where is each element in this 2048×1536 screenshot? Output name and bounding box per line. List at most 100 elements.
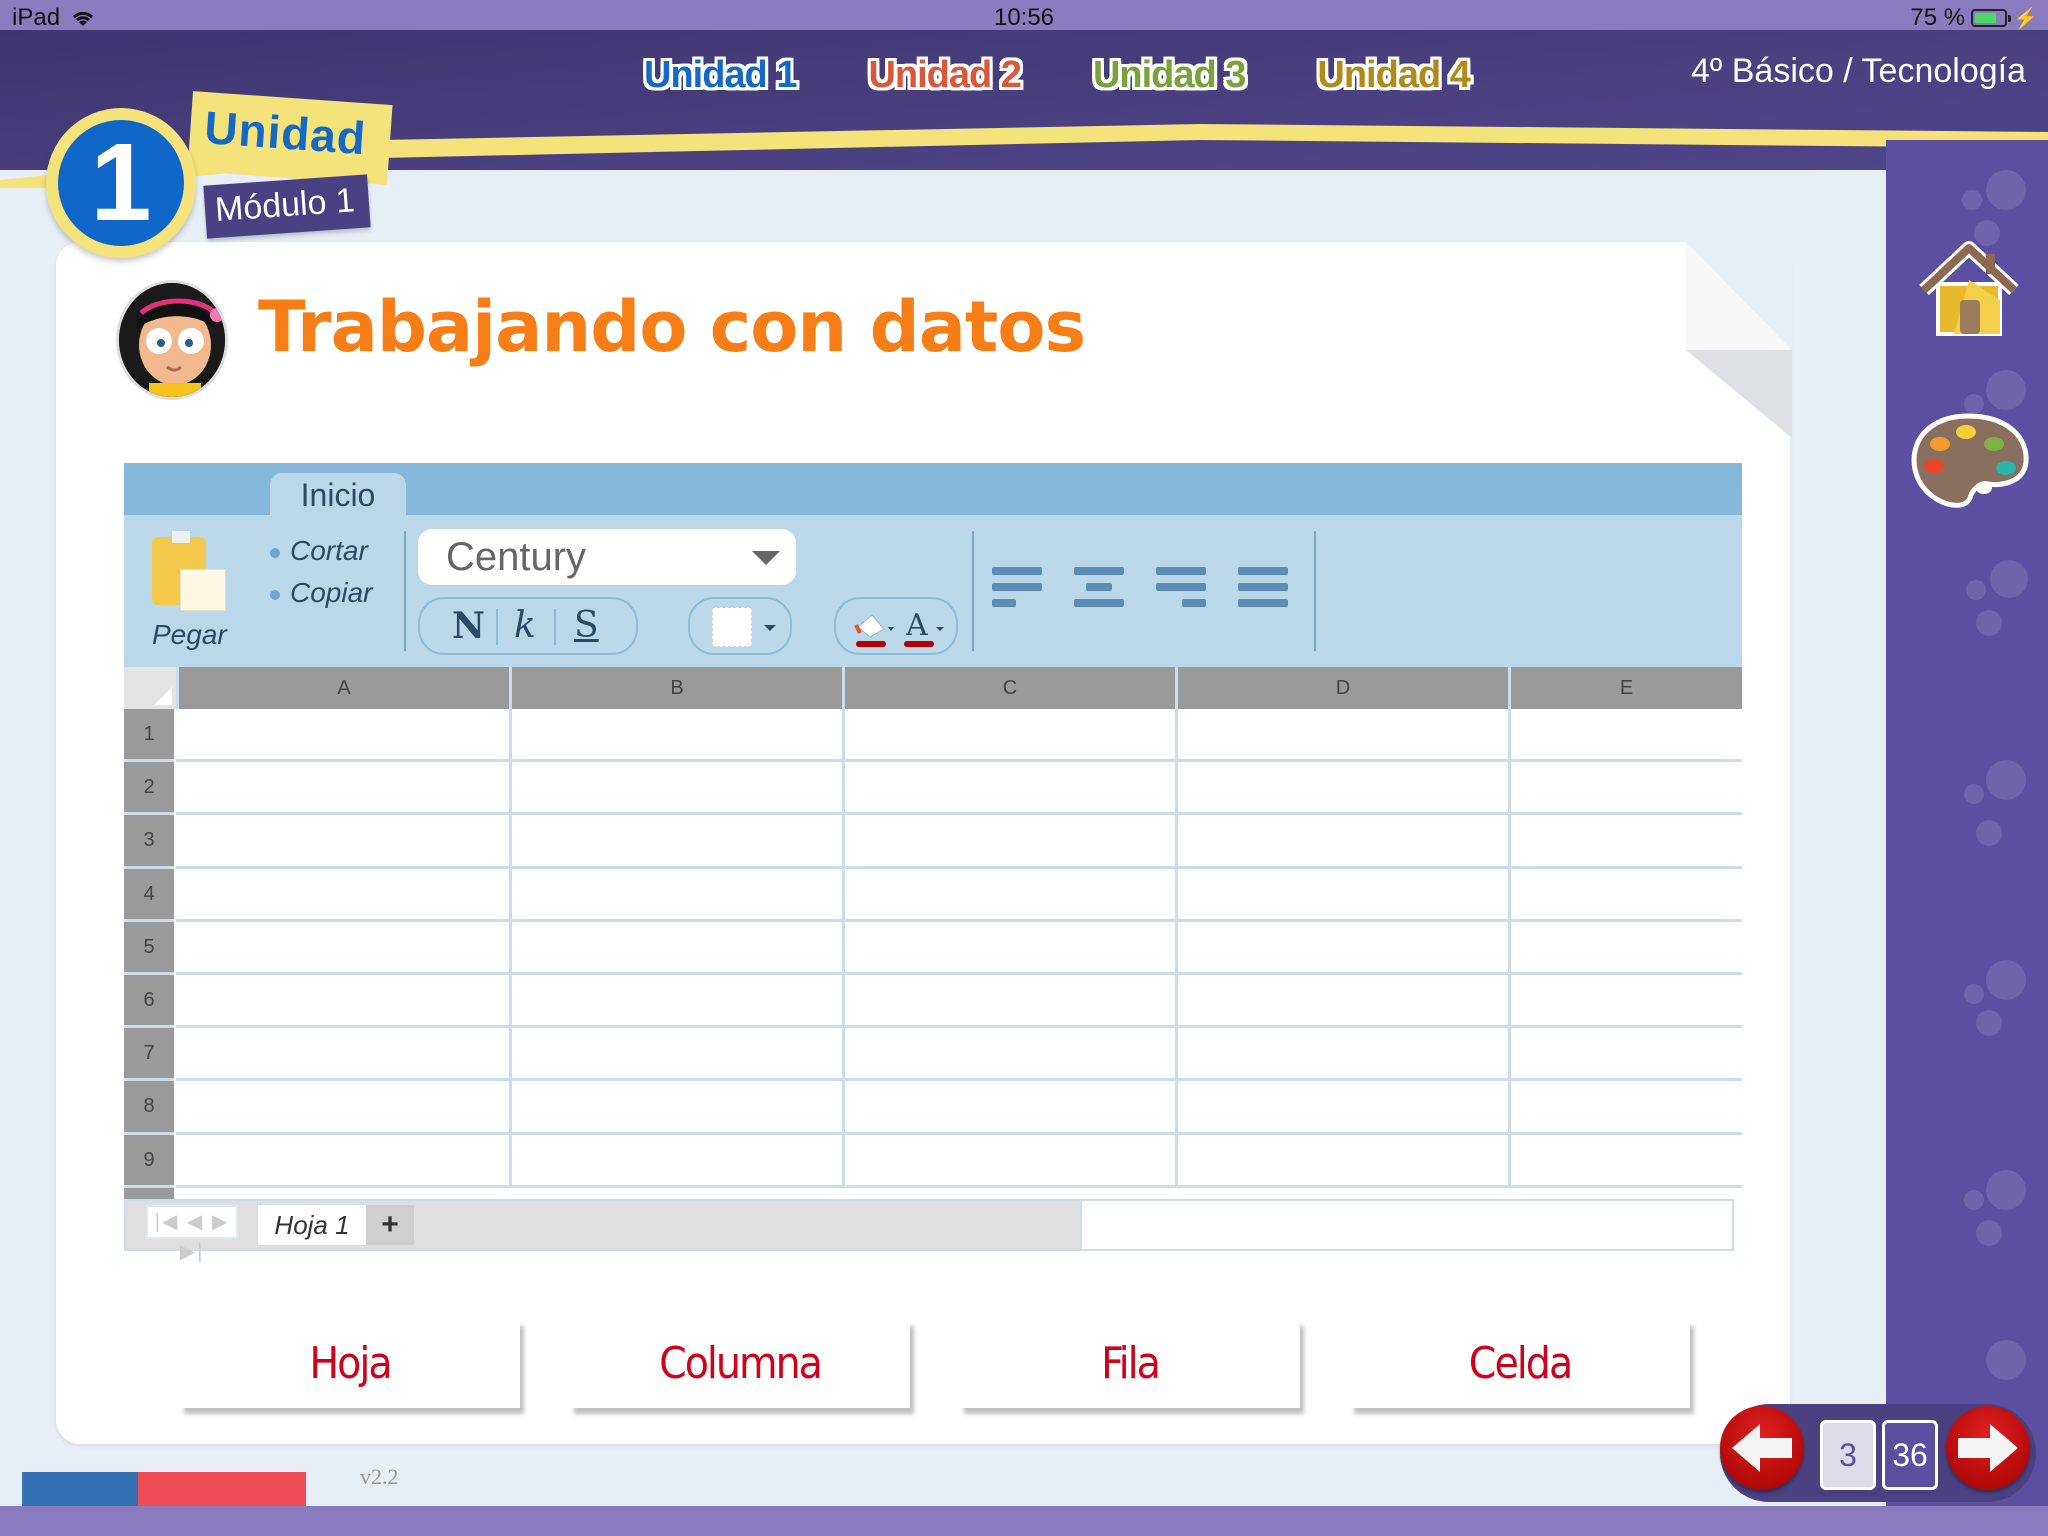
cell-A3[interactable]	[179, 815, 509, 865]
cell-B3[interactable]	[512, 815, 842, 865]
cell-C3[interactable]	[845, 815, 1175, 865]
tab-unidad-2[interactable]: Unidad 2	[862, 52, 1026, 99]
cell-C9[interactable]	[845, 1135, 1175, 1185]
select-all-corner[interactable]	[124, 667, 176, 709]
cell-C5[interactable]	[845, 922, 1175, 972]
cell-B5[interactable]	[512, 922, 842, 972]
palette-icon[interactable]	[1908, 410, 2032, 510]
cell-A9[interactable]	[179, 1135, 509, 1185]
font-color-button[interactable]: A	[902, 605, 950, 649]
cell-C2[interactable]	[845, 762, 1175, 812]
row-header[interactable]: 5	[124, 921, 174, 975]
cell-D1[interactable]	[1178, 709, 1508, 759]
cell-B2[interactable]	[512, 762, 842, 812]
borders-button[interactable]	[688, 597, 792, 655]
add-sheet-button[interactable]: +	[366, 1205, 414, 1245]
bold-button[interactable]: N	[452, 605, 485, 647]
paste-button[interactable]: Pegar	[152, 525, 227, 650]
copy-button[interactable]: Copiar	[270, 577, 372, 609]
cell-E9[interactable]	[1511, 1135, 1841, 1185]
cell-D3[interactable]	[1178, 815, 1508, 865]
home-icon[interactable]	[1914, 240, 2024, 340]
cell-E6[interactable]	[1511, 975, 1841, 1025]
cell-C1[interactable]	[845, 709, 1175, 759]
cell-B8[interactable]	[512, 1081, 842, 1131]
unit-word: Unidad	[202, 101, 368, 165]
cut-button[interactable]: Cortar	[270, 535, 368, 567]
cell-C4[interactable]	[845, 869, 1175, 919]
cell-A7[interactable]	[179, 1028, 509, 1078]
cell-D7[interactable]	[1178, 1028, 1508, 1078]
pager: 3 36	[1720, 1404, 2036, 1502]
cell-B6[interactable]	[512, 975, 842, 1025]
cell-E8[interactable]	[1511, 1081, 1841, 1131]
answer-button-columna[interactable]: Columna	[570, 1320, 910, 1408]
italic-button[interactable]: k	[514, 605, 536, 646]
column-header[interactable]: E	[1508, 667, 1742, 709]
cell-E7[interactable]	[1511, 1028, 1841, 1078]
cell-A1[interactable]	[179, 709, 509, 759]
cell-D2[interactable]	[1178, 762, 1508, 812]
tab-unidad-4[interactable]: Unidad 4	[1311, 52, 1475, 99]
row-header[interactable]: 4	[124, 868, 174, 922]
answer-button-fila[interactable]: Fila	[960, 1320, 1300, 1408]
column-header[interactable]: A	[176, 667, 509, 709]
cell-D8[interactable]	[1178, 1081, 1508, 1131]
cell-A4[interactable]	[179, 869, 509, 919]
cell-C8[interactable]	[845, 1081, 1175, 1131]
cell-A8[interactable]	[179, 1081, 509, 1131]
clipboard-icon	[152, 531, 226, 611]
row-header[interactable]: 7	[124, 1028, 174, 1082]
row-header[interactable]: 9	[124, 1134, 174, 1188]
cell-E1[interactable]	[1511, 709, 1841, 759]
column-header[interactable]: C	[842, 667, 1175, 709]
column-header[interactable]: D	[1175, 667, 1508, 709]
underline-button[interactable]: S	[574, 605, 599, 646]
avatar	[116, 280, 228, 400]
answer-button-celda[interactable]: Celda	[1350, 1320, 1690, 1408]
cell-D4[interactable]	[1178, 869, 1508, 919]
cell-B1[interactable]	[512, 709, 842, 759]
justify-button[interactable]	[1238, 567, 1292, 609]
row-header[interactable]: 8	[124, 1081, 174, 1135]
cell-D9[interactable]	[1178, 1135, 1508, 1185]
row-header[interactable]: 2	[124, 762, 174, 816]
cell-B4[interactable]	[512, 869, 842, 919]
tab-unidad-3[interactable]: Unidad 3	[1087, 52, 1251, 99]
cell-A5[interactable]	[179, 922, 509, 972]
font-select[interactable]: Century	[418, 529, 796, 585]
tab-inicio[interactable]: Inicio	[270, 473, 406, 517]
cell-A2[interactable]	[179, 762, 509, 812]
sheet-tabs-bar: |◀ ◀ ▶ ▶| Hoja 1 +	[124, 1199, 1734, 1263]
align-center-button[interactable]	[1074, 567, 1128, 609]
cell-D5[interactable]	[1178, 922, 1508, 972]
cell-D6[interactable]	[1178, 975, 1508, 1025]
sheet-nav-arrows[interactable]: |◀ ◀ ▶ ▶|	[146, 1205, 238, 1263]
cell-E2[interactable]	[1511, 762, 1841, 812]
row-header[interactable]: 3	[124, 815, 174, 869]
cell-B9[interactable]	[512, 1135, 842, 1185]
row-header[interactable]: 1	[124, 709, 174, 763]
prev-page-button[interactable]	[1720, 1406, 1804, 1490]
cell-A6[interactable]	[179, 975, 509, 1025]
column-header[interactable]: B	[509, 667, 842, 709]
row-header[interactable]: 6	[124, 975, 174, 1029]
format-group: N k S	[418, 597, 638, 655]
cell-C7[interactable]	[845, 1028, 1175, 1078]
page-title: Trabajando con datos	[258, 286, 1086, 368]
next-page-button[interactable]	[1946, 1406, 2030, 1490]
color-group: A	[834, 597, 958, 655]
cell-C6[interactable]	[845, 975, 1175, 1025]
answer-button-hoja[interactable]: Hoja	[180, 1320, 520, 1408]
fill-color-button[interactable]	[850, 605, 898, 649]
align-right-button[interactable]	[1156, 567, 1210, 609]
cell-B7[interactable]	[512, 1028, 842, 1078]
sheet-tab-hoja-1[interactable]: Hoja 1	[258, 1205, 366, 1245]
cell-E4[interactable]	[1511, 869, 1841, 919]
horizontal-scrollbar[interactable]	[1080, 1201, 1732, 1249]
cell-E3[interactable]	[1511, 815, 1841, 865]
tab-unidad-1[interactable]: Unidad 1	[638, 52, 802, 99]
align-left-button[interactable]	[992, 567, 1046, 609]
cell-E5[interactable]	[1511, 922, 1841, 972]
divider	[404, 531, 406, 651]
